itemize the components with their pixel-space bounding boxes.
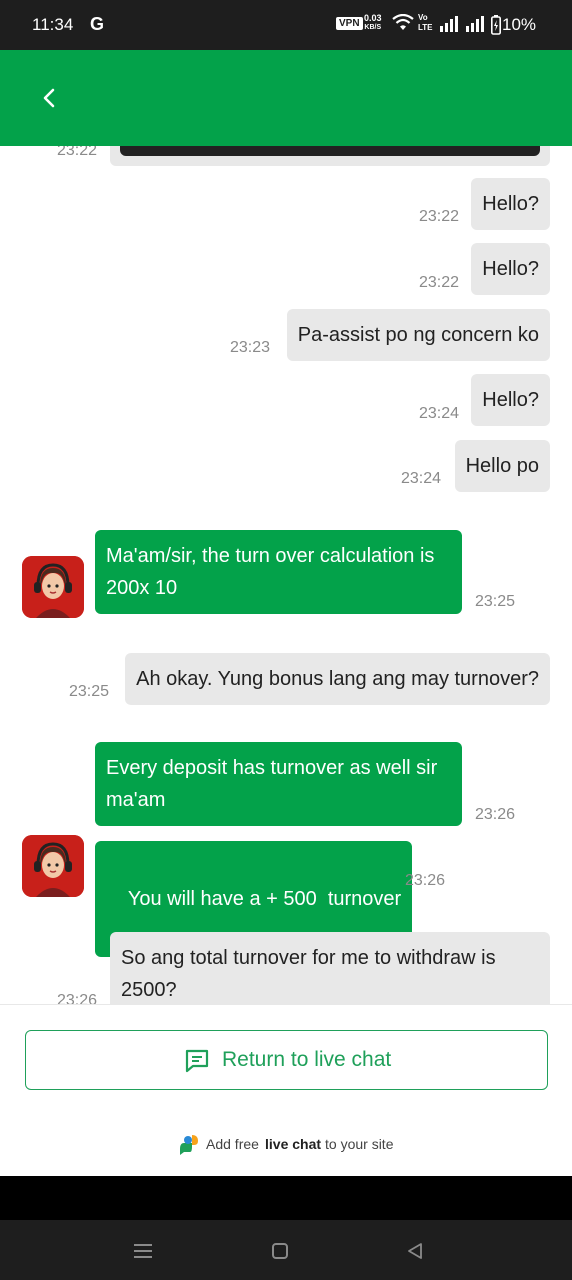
message-line: 2500?	[121, 979, 177, 1001]
message-time: 23:22	[419, 208, 460, 225]
network-speed: 0.03 KB/S	[364, 13, 382, 33]
volte-icon: Vo LTE	[418, 13, 433, 33]
google-icon: G	[90, 14, 105, 34]
message-text: Hello?	[482, 389, 539, 411]
footer-text: Add free	[206, 1136, 259, 1152]
vpn-icon: VPN	[336, 17, 363, 30]
agent-avatar	[22, 835, 84, 897]
message-time: 23:24	[419, 405, 460, 422]
message-partial	[110, 146, 550, 166]
user-message: Pa-assist po ng concern ko	[286, 309, 550, 361]
message-time: 23:24	[401, 470, 442, 487]
agent-message: Ma'am/sir, the turn over calculation is …	[95, 530, 462, 614]
message-text: Hello po	[465, 455, 539, 477]
bottom-spacer	[0, 1176, 572, 1220]
return-to-live-chat-button[interactable]: Return to live chat	[25, 1030, 548, 1090]
agent-avatar-icon	[22, 556, 84, 618]
message-time: 23:22	[57, 146, 98, 159]
message-time: 23:23	[230, 339, 271, 356]
volte-bottom: LTE	[418, 23, 433, 32]
home-square-icon[interactable]	[271, 1242, 289, 1260]
signal-icon	[466, 16, 484, 32]
back-button[interactable]	[36, 82, 64, 114]
battery-icon	[491, 15, 501, 35]
chat-header	[0, 50, 572, 146]
status-time: 11:34	[32, 15, 74, 34]
user-message: Hello?	[471, 374, 550, 426]
network-speed-value: 0.03	[364, 13, 382, 23]
wifi-icon	[392, 14, 414, 30]
livechat-logo-icon	[180, 1135, 198, 1155]
message-time: 23:25	[475, 593, 516, 610]
chat-messages[interactable]: 23:22 Hello? 23:22 Hello? 23:22 Pa-assis…	[0, 146, 572, 1004]
agent-message: Every deposit has turnover as well sir m…	[95, 742, 462, 826]
signal-icon	[440, 16, 458, 32]
back-triangle-icon[interactable]	[406, 1242, 424, 1260]
footer-text: to your site	[325, 1136, 394, 1152]
user-message: So ang total turnover for me to withdraw…	[110, 932, 550, 1004]
message-text: Hello?	[482, 258, 539, 280]
user-message: Ah okay. Yung bonus lang ang may turnove…	[125, 653, 550, 705]
message-time: 23:25	[69, 683, 110, 700]
footer-livechat-link[interactable]: live chat	[265, 1136, 321, 1152]
message-line: ma'am	[106, 789, 166, 811]
message-time: 23:26	[57, 992, 98, 1004]
message-line: 200x 10	[106, 577, 178, 599]
message-line: Every deposit has turnover as well sir	[106, 757, 438, 779]
chat-bubble-icon	[185, 1049, 209, 1073]
network-speed-unit: KB/S	[364, 24, 382, 31]
agent-avatar	[22, 556, 84, 618]
user-message: Hello?	[471, 178, 550, 230]
message-text: Pa-assist po ng concern ko	[297, 324, 539, 346]
message-text: You will have a + 500 turnover	[127, 888, 402, 910]
message-text: Hello?	[482, 193, 539, 215]
agent-avatar-icon	[22, 835, 84, 897]
system-nav-bar	[0, 1220, 572, 1280]
message-text: Ah okay. Yung bonus lang ang may turnove…	[136, 668, 539, 690]
message-line: So ang total turnover for me to withdraw…	[121, 947, 496, 969]
user-message: Hello?	[471, 243, 550, 295]
message-time: 23:26	[475, 806, 516, 823]
battery-percent: 10%	[502, 15, 537, 34]
message-line: Ma'am/sir, the turn over calculation is	[106, 545, 435, 567]
status-bar: 11:34 G VPN 0.03 KB/S Vo LTE 10%	[0, 0, 572, 50]
menu-icon[interactable]	[133, 1243, 153, 1259]
user-message: Hello po	[454, 440, 550, 492]
return-button-label: Return to live chat	[222, 1048, 392, 1071]
message-time: 23:22	[419, 274, 460, 291]
bottom-panel: Return to live chat Add free live chat t…	[0, 1004, 572, 1176]
chevron-left-icon	[43, 88, 55, 108]
volte-top: Vo	[418, 13, 428, 22]
message-time: 23:26	[405, 872, 446, 889]
